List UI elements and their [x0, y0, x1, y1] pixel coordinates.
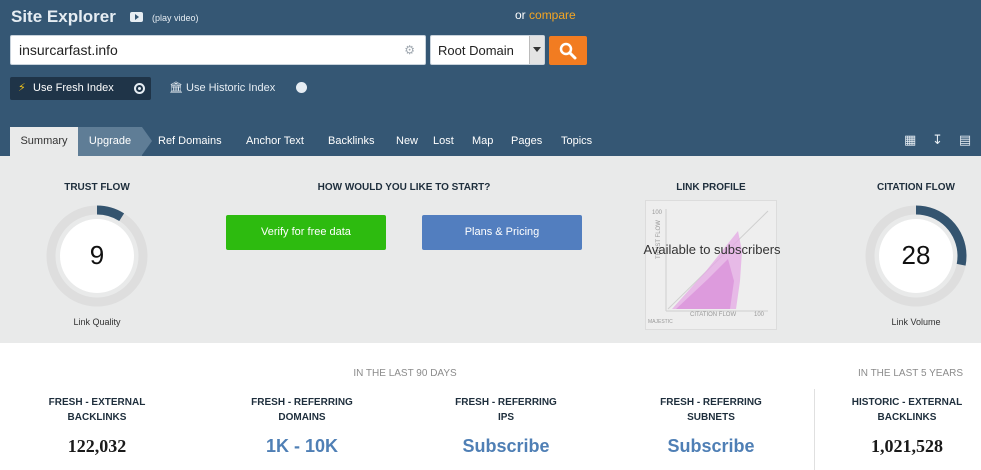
stat-label-line-1: FRESH - REFERRING [455, 397, 557, 408]
fresh-index-radio[interactable] [134, 83, 145, 94]
tab-upgrade[interactable]: Upgrade [78, 127, 152, 156]
chevron-down-icon[interactable] [529, 36, 544, 64]
fresh-index-toggle[interactable]: ⚡ Use Fresh Index [10, 77, 151, 100]
link-profile-x-max: 100 [754, 312, 765, 318]
subscribe-link-ips[interactable]: Subscribe [439, 436, 573, 457]
add-to-bucket-icon[interactable]: ▦ [902, 132, 918, 148]
stat-label-line-1: FRESH - REFERRING [251, 397, 353, 408]
compare-link-wrap: or compare [515, 8, 576, 22]
verify-button[interactable]: Verify for free data [226, 215, 386, 250]
tab-ref-domains[interactable]: Ref Domains [158, 127, 222, 156]
search-input[interactable] [19, 42, 399, 58]
fresh-index-label: Use Fresh Index [33, 82, 114, 94]
or-text: or [515, 8, 526, 22]
download-icon[interactable]: ↧ [930, 132, 946, 148]
tab-lost[interactable]: Lost [433, 127, 454, 156]
tab-new[interactable]: New [396, 127, 418, 156]
stat-label-historic-backlinks: HISTORIC - EXTERNAL BACKLINKS [840, 395, 974, 425]
stat-label-line-2: SUBNETS [687, 412, 735, 423]
stat-label-fresh-domains: FRESH - REFERRING DOMAINS [235, 395, 369, 425]
link-profile-chart: 100 TRUST FLOW CITATION FLOW 100 MAJESTI… [645, 200, 777, 330]
stat-value-historic-backlinks[interactable]: 1,021,528 [840, 436, 974, 457]
summary-band: TRUST FLOW 9 Link Quality HOW WOULD YOU … [0, 156, 981, 343]
trust-flow-value: 9 [89, 240, 105, 270]
search-icon [559, 42, 577, 60]
stat-label-line-2: BACKLINKS [67, 412, 127, 423]
historic-index-toggle[interactable]: 🏛 Use Historic Index [166, 77, 316, 100]
trust-flow-caption: Link Quality [73, 317, 121, 327]
stat-label-line-1: FRESH - REFERRING [660, 397, 762, 408]
tab-topics[interactable]: Topics [561, 127, 592, 156]
compare-link[interactable]: compare [529, 8, 576, 22]
citation-flow-caption: Link Volume [891, 317, 941, 327]
bank-icon: 🏛 [169, 82, 183, 94]
stat-label-line-2: BACKLINKS [877, 412, 937, 423]
search-button[interactable] [549, 36, 587, 65]
stats-divider [814, 389, 815, 470]
tab-backlinks[interactable]: Backlinks [328, 127, 374, 156]
subscribers-overlay: Available to subscribers [643, 242, 781, 257]
stat-value-fresh-domains[interactable]: 1K - 10K [235, 436, 369, 457]
stat-label-line-1: FRESH - EXTERNAL [48, 397, 146, 408]
historic-index-label: Use Historic Index [186, 82, 276, 94]
tab-anchor-text[interactable]: Anchor Text [246, 127, 304, 156]
play-video-link[interactable]: (play video) [152, 13, 199, 23]
domain-scope-value: Root Domain [438, 43, 514, 58]
period-5-years: IN THE LAST 5 YEARS [857, 368, 964, 379]
trust-flow-title: TRUST FLOW [64, 182, 130, 193]
majestic-logo: MAJESTIC [648, 319, 673, 325]
stat-label-fresh-subnets: FRESH - REFERRING SUBNETS [644, 395, 778, 425]
tab-pages[interactable]: Pages [511, 127, 542, 156]
citation-flow-value: 28 [901, 240, 931, 270]
site-explorer-header: Site Explorer (play video) or compare ⚙ … [0, 0, 981, 156]
subscribe-link-subnets[interactable]: Subscribe [644, 436, 778, 457]
historic-index-radio[interactable] [296, 82, 307, 93]
link-profile-plot [665, 209, 769, 312]
period-90-days: IN THE LAST 90 DAYS [353, 368, 457, 379]
citation-flow-title: CITATION FLOW [877, 182, 955, 193]
page-title: Site Explorer [11, 7, 116, 26]
start-title: HOW WOULD YOU LIKE TO START? [317, 182, 491, 193]
toolbar-icons: ▦ ↧ ▤ [895, 131, 973, 151]
stat-label-fresh-ips: FRESH - REFERRING IPS [439, 395, 573, 425]
domain-scope-select[interactable]: Root Domain [430, 35, 545, 65]
link-profile-x-axis: CITATION FLOW [690, 312, 737, 318]
link-profile-title: LINK PROFILE [676, 182, 746, 193]
stat-label-line-2: IPS [497, 412, 515, 423]
link-profile-y-max: 100 [652, 210, 663, 216]
gear-icon[interactable]: ⚙ [404, 43, 415, 57]
tab-bar: Summary Upgrade Ref Domains Anchor Text … [10, 127, 610, 156]
stat-label-line-2: DOMAINS [278, 412, 326, 423]
report-icon[interactable]: ▤ [957, 132, 973, 148]
stat-label-line-1: HISTORIC - EXTERNAL [851, 397, 963, 408]
search-box: ⚙ [10, 35, 426, 65]
stat-label-fresh-backlinks: FRESH - EXTERNAL BACKLINKS [30, 395, 164, 425]
tab-summary[interactable]: Summary [10, 127, 78, 156]
lightning-icon: ⚡ [18, 82, 26, 94]
video-icon[interactable] [130, 12, 143, 22]
tab-map[interactable]: Map [472, 127, 493, 156]
plans-pricing-button[interactable]: Plans & Pricing [422, 215, 582, 250]
stat-value-fresh-backlinks[interactable]: 122,032 [30, 436, 164, 457]
